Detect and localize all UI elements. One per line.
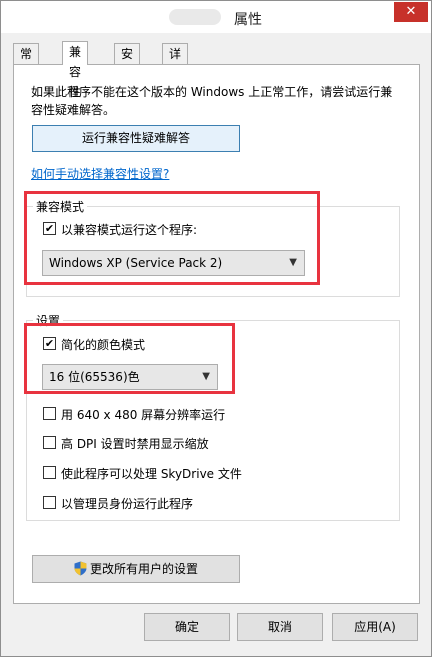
title-bar[interactable]: 属性 ✕: [1, 1, 431, 33]
properties-window: 属性 ✕ 常规 兼容性 安全 详细信息 如果此程序不能在这个版本的 Window…: [0, 0, 432, 657]
run-troubleshooter-button[interactable]: 运行兼容性疑难解答: [32, 125, 240, 152]
option-skydrive-checkbox[interactable]: [43, 466, 56, 479]
window-title: 属性: [234, 12, 262, 28]
tab-security[interactable]: 安全: [114, 43, 141, 81]
change-all-users-button[interactable]: 更改所有用户的设置: [32, 555, 240, 583]
apply-button[interactable]: 应用(A): [332, 613, 418, 641]
uac-shield-icon: [74, 561, 87, 576]
change-all-users-label: 更改所有用户的设置: [89, 562, 198, 576]
manual-settings-link[interactable]: 如何手动选择兼容性设置?: [31, 165, 169, 182]
option-run-as-admin-checkbox[interactable]: [43, 496, 56, 509]
cancel-button[interactable]: 取消: [237, 613, 323, 641]
close-icon: ✕: [405, 4, 417, 19]
option-640x480-checkbox[interactable]: [43, 407, 56, 420]
compat-description: 如果此程序不能在这个版本的 Windows 上正常工作，请尝试运行兼容性疑难解答…: [31, 85, 393, 117]
ok-button[interactable]: 确定: [144, 613, 230, 641]
option-run-as-admin-label: 以管理员身份运行此程序: [61, 497, 194, 511]
highlight-compat-mode: [24, 191, 320, 285]
close-button[interactable]: ✕: [394, 2, 428, 22]
option-high-dpi-label: 高 DPI 设置时禁用显示缩放: [61, 437, 209, 451]
tab-compatibility[interactable]: 兼容性: [62, 41, 89, 99]
blurred-filename: [169, 9, 221, 25]
option-high-dpi-checkbox[interactable]: [43, 436, 56, 449]
option-640x480-label: 用 640 x 480 屏幕分辨率运行: [61, 408, 226, 422]
highlight-color-mode: [24, 323, 235, 394]
tab-details[interactable]: 详细信息: [162, 43, 189, 121]
option-skydrive-label: 使此程序可以处理 SkyDrive 文件: [61, 467, 242, 481]
tab-general[interactable]: 常规: [13, 43, 40, 81]
